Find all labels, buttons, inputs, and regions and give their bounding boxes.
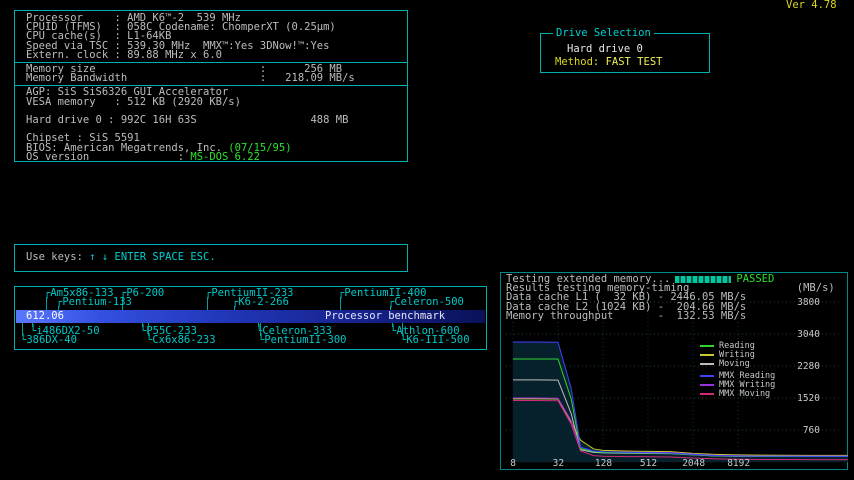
benchmark-score-bar: 612.06 Processor benchmark: [16, 310, 485, 323]
y-axis-label: 3800: [790, 298, 820, 307]
legend-color-dash: [700, 345, 714, 347]
y-axis-label: 3040: [790, 330, 820, 339]
benchmark-connector: [258, 323, 259, 327]
keys-hint-keys: ↑ ↓ ENTER SPACE ESC.: [89, 251, 215, 263]
y-axis-label: 760: [790, 426, 820, 435]
legend-color-dash: [700, 393, 714, 395]
legend-item: Reading: [700, 342, 775, 350]
method-value: FAST TEST: [606, 56, 663, 68]
benchmark-cpu-label: ┌K6-2-266: [232, 298, 289, 307]
legend-label: Writing: [719, 351, 755, 359]
memory-results: Testing extended memory...PASSEDResults …: [506, 275, 835, 321]
legend-color-dash: [700, 354, 714, 356]
drive-method-option[interactable]: Method: FAST TEST: [555, 58, 662, 67]
x-axis-label: 2048: [682, 459, 705, 468]
legend-color-dash: [700, 384, 714, 386]
text-segment: Extern. clock : 89.88 MHz x 6.0: [26, 49, 222, 61]
benchmark-connector: [392, 323, 393, 327]
benchmark-cpu-label: └386DX-40: [20, 336, 77, 345]
info-line: OS version : MS-DOS 6.22: [26, 153, 407, 162]
benchmark-cpu-label: ┌Pentium-133: [56, 298, 132, 307]
y-axis-label: 2280: [790, 362, 820, 371]
benchmark-connector: [234, 306, 235, 310]
text-segment: Hard drive 0 : 992C 16H 63S 488 MB: [26, 114, 348, 126]
keys-hint-panel: Use keys: ↑ ↓ ENTER SPACE ESC.: [14, 244, 408, 272]
x-axis-label: 128: [595, 459, 612, 468]
benchmark-connector: [32, 323, 33, 327]
legend-label: MMX Moving: [719, 390, 770, 398]
drive-menu-item[interactable]: Hard drive 0: [567, 45, 643, 54]
info-line: Extern. clock : 89.88 MHz x 6.0: [26, 51, 407, 60]
legend-item: MMX Moving: [700, 390, 775, 398]
x-axis-label: 8: [510, 459, 516, 468]
benchmark-connector: [58, 306, 59, 310]
benchmark-caption: Processor benchmark: [325, 312, 445, 321]
system-info-panel: Processor : AMD K6™-2 539 MHzCPUID (TFMS…: [14, 10, 408, 162]
info-line: VESA memory : 512 KB (2920 KB/s): [26, 98, 407, 107]
x-axis-label: 32: [553, 459, 564, 468]
benchmark-connector: [148, 323, 149, 336]
benchmark-cpu-label: └K6-III-500: [400, 336, 470, 345]
legend-item: MMX Writing: [700, 381, 775, 389]
benchmark-cpu-label: └Cx6x86-233: [146, 336, 216, 345]
legend-color-dash: [700, 363, 714, 365]
benchmark-connector: [402, 323, 403, 336]
benchmark-connector: [340, 297, 341, 310]
system-info-lines: Processor : AMD K6™-2 539 MHzCPUID (TFMS…: [26, 14, 407, 162]
benchmark-connector: [390, 306, 391, 310]
legend-item: Writing: [700, 351, 775, 359]
drive-selection-title: Drive Selection: [553, 29, 654, 38]
method-label: Method:: [555, 56, 606, 68]
text-segment: Memory Bandwidth : 218.09 MB/s: [26, 72, 355, 84]
benchmark-connector: [22, 323, 23, 336]
text-segment: OS version :: [26, 151, 190, 163]
legend-label: Reading: [719, 342, 755, 350]
benchmark-connector: [260, 323, 261, 336]
x-axis-label: 512: [640, 459, 657, 468]
keys-hint-prefix: Use keys:: [26, 251, 89, 263]
benchmark-connector: [46, 297, 47, 310]
benchmark-cpu-label: ┌Celeron-500: [388, 298, 464, 307]
info-line: Hard drive 0 : 992C 16H 63S 488 MB: [26, 116, 407, 125]
legend-label: MMX Writing: [719, 381, 775, 389]
benchmark-connector: [207, 297, 208, 310]
speedsys-screen: Ver 4.78 Processor : AMD K6™-2 539 MHzCP…: [0, 0, 854, 480]
version-label: Ver 4.78: [786, 1, 837, 10]
benchmark-score: 612.06: [26, 312, 64, 321]
legend-item: MMX Reading: [700, 372, 775, 380]
legend-item: Moving: [700, 360, 775, 368]
text-segment: MS-DOS 6.22: [190, 151, 260, 163]
legend-color-dash: [700, 375, 714, 377]
y-axis-label: 1520: [790, 394, 820, 403]
drive-selection-panel: Drive Selection Hard drive 0 Method: FAS…: [540, 33, 710, 73]
text-segment: Memory throughput - 132.53 MB/s: [506, 310, 746, 322]
text-segment: VESA memory : 512 KB (2920 KB/s): [26, 96, 241, 108]
benchmark-connector: [142, 323, 143, 327]
memory-line: Memory throughput - 132.53 MB/s: [506, 312, 835, 321]
x-axis-label: 8192: [727, 459, 750, 468]
info-line: Memory Bandwidth : 218.09 MB/s: [26, 74, 407, 83]
benchmark-cpu-label: └PentiumII-300: [258, 336, 347, 345]
legend-label: MMX Reading: [719, 372, 775, 380]
legend-label: Moving: [719, 360, 750, 368]
graph-legend: ReadingWritingMoving MMX ReadingMMX Writi…: [700, 342, 775, 399]
